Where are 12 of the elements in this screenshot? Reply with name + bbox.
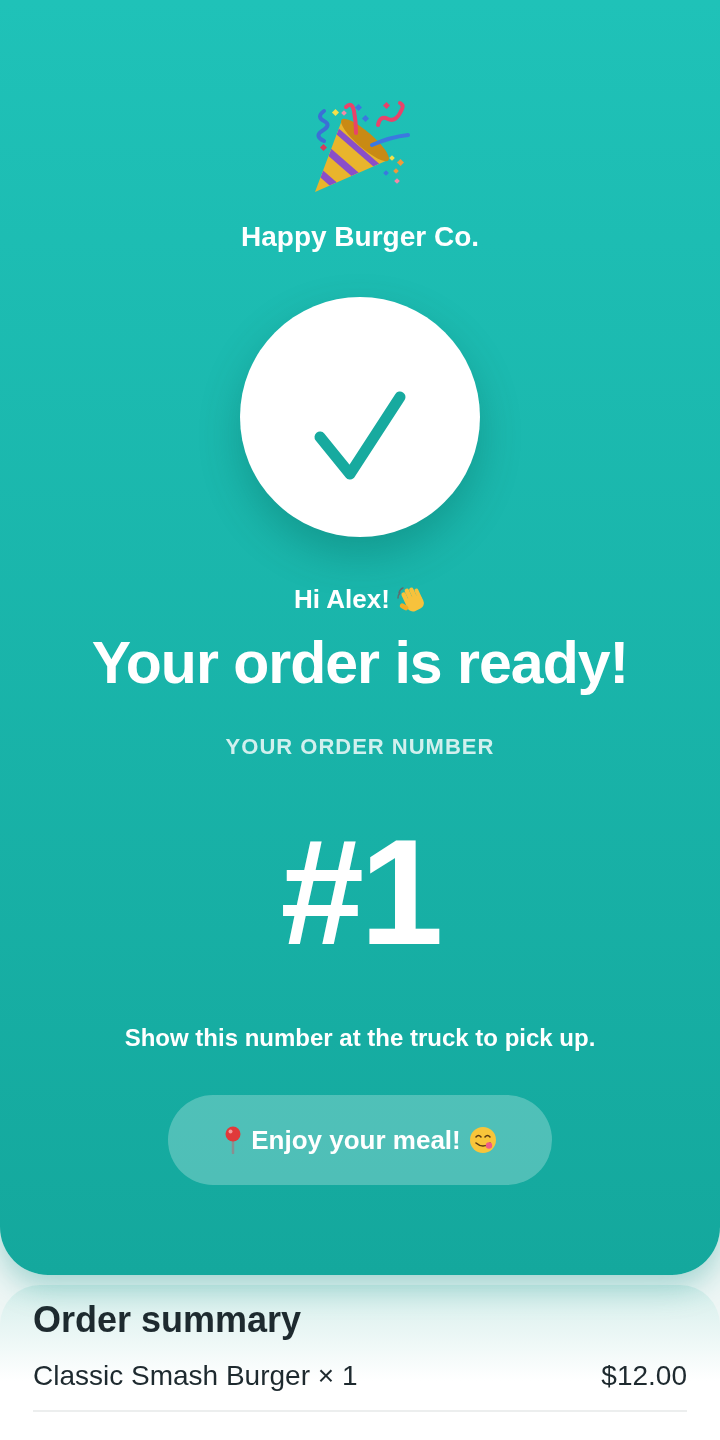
- enjoy-meal-button[interactable]: Enjoy your meal!: [168, 1095, 552, 1185]
- waving-hand-icon: [395, 584, 426, 614]
- headline: Your order is ready!: [91, 629, 629, 698]
- brand-name: Happy Burger Co.: [241, 220, 479, 254]
- order-number: #1: [280, 817, 440, 967]
- item-price: $12.00: [601, 1359, 687, 1393]
- pickup-instruction: Show this number at the truck to pick up.: [124, 1023, 596, 1053]
- order-number-label: YOUR ORDER NUMBER: [225, 733, 495, 761]
- summary-title: Order summary: [33, 1298, 303, 1342]
- greeting-text: Hi Alex!: [294, 583, 390, 616]
- item-name: Classic Smash Burger × 1: [33, 1359, 358, 1393]
- smiling-face-icon: [468, 1126, 497, 1154]
